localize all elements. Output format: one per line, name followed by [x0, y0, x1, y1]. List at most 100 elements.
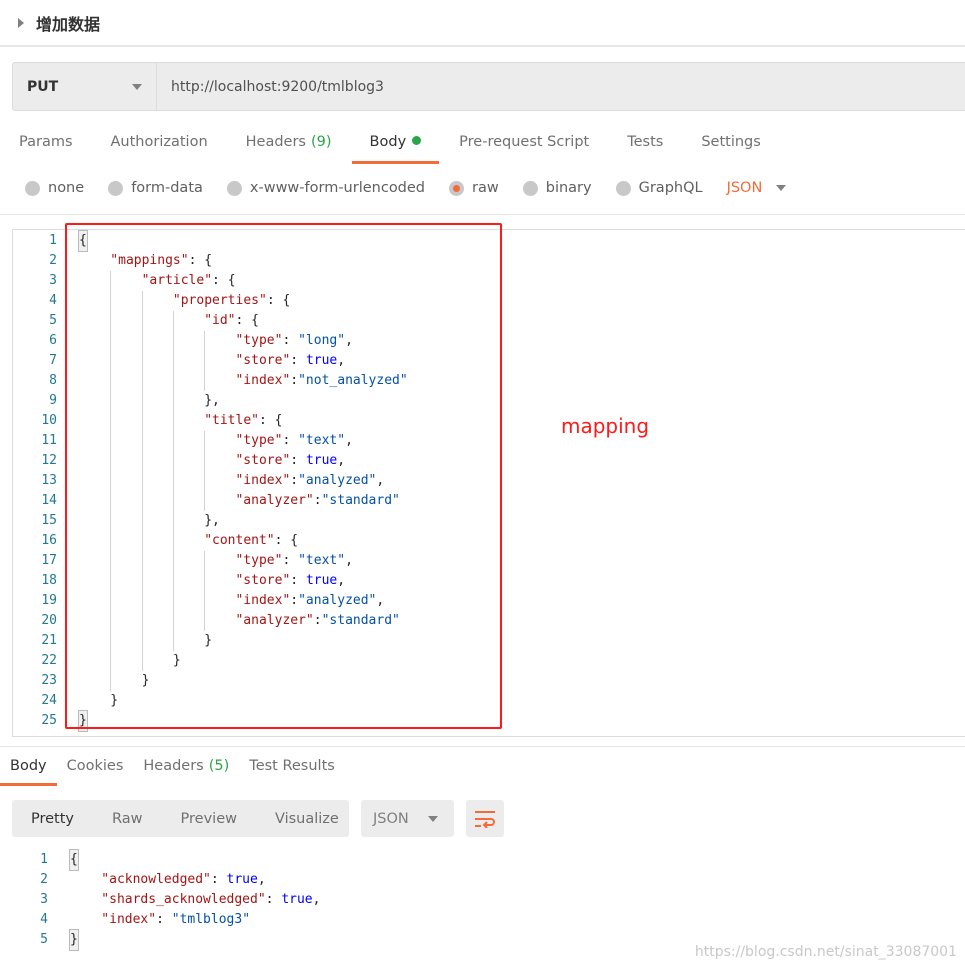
line-number: 7: [49, 353, 57, 368]
status-dot-icon: [412, 136, 422, 145]
radio-button-icon[interactable]: [25, 180, 40, 196]
tab-label: Params: [19, 134, 73, 150]
radio-x-www-form-urlencoded[interactable]: x-www-form-urlencoded: [226, 180, 426, 196]
line-number: 2: [49, 253, 57, 268]
radio-label: binary: [545, 180, 592, 196]
code-token: "acknowledged": [101, 872, 211, 887]
radio-label: none: [48, 180, 85, 196]
line-number: 3: [49, 273, 57, 288]
radio-label: GraphQL: [638, 180, 703, 196]
url-input[interactable]: http://localhost:9200/tmlblog3: [157, 79, 384, 95]
tab-params[interactable]: Params: [19, 134, 73, 164]
line-number: 8: [49, 373, 57, 388]
radio-button-icon[interactable]: [522, 180, 538, 196]
view-raw[interactable]: Raw: [112, 811, 143, 827]
radio-label: form-data: [131, 180, 203, 196]
line-number: 19: [41, 593, 57, 608]
code-line: 1{: [4, 849, 320, 871]
line-number: 11: [41, 433, 57, 448]
url-bar: PUT http://localhost:9200/tmlblog3: [12, 62, 965, 111]
triangle-right-icon[interactable]: [18, 17, 24, 28]
body-type-selector: none form-data x-www-form-urlencoded raw bin…: [25, 180, 787, 196]
radio-form-data[interactable]: form-data: [108, 180, 203, 196]
line-number: 4: [49, 293, 57, 308]
tab-label: Test Results: [249, 758, 335, 774]
view-visualize[interactable]: Visualize: [275, 811, 339, 827]
radio-label: raw: [472, 180, 499, 196]
tab-authorization[interactable]: Authorization: [111, 134, 208, 164]
code-token: true: [226, 872, 258, 887]
line-number: 13: [41, 473, 57, 488]
tab-label: Headers: [143, 758, 204, 774]
line-number: 14: [41, 493, 57, 508]
line-number: 16: [41, 533, 57, 548]
response-tabs: Body Cookies Headers (5) Test Results: [0, 758, 355, 786]
radio-raw[interactable]: raw: [449, 180, 499, 196]
code-token: :: [156, 912, 172, 927]
line-number: 23: [41, 673, 57, 688]
line-number: 2: [40, 872, 48, 887]
line-number: 6: [49, 333, 57, 348]
annotation-box: [65, 223, 502, 729]
radio-button-icon[interactable]: [449, 180, 465, 196]
line-number: 4: [40, 912, 48, 927]
request-title-bar[interactable]: 增加数据: [0, 0, 965, 47]
wrap-lines-button[interactable]: [466, 800, 504, 837]
line-number: 17: [41, 553, 57, 568]
tab-settings[interactable]: Settings: [701, 134, 760, 164]
response-tab-cookies[interactable]: Cookies: [67, 758, 124, 786]
indent-guide: [70, 870, 101, 890]
response-format-dropdown[interactable]: JSON: [361, 800, 454, 837]
line-number: 25: [41, 713, 57, 728]
response-tab-body[interactable]: Body: [0, 758, 57, 786]
code-token: "tmlblog3": [171, 912, 251, 927]
view-pretty[interactable]: Pretty: [31, 811, 74, 827]
view-preview[interactable]: Preview: [181, 811, 237, 827]
watermark: https://blog.csdn.net/sinat_33087001: [694, 944, 957, 960]
line-number: 18: [41, 573, 57, 588]
radio-label: x-www-form-urlencoded: [249, 180, 426, 196]
tab-label: Body: [369, 134, 407, 150]
tab-count: (9): [311, 134, 332, 150]
chevron-down-icon: [132, 83, 142, 90]
tab-label: Cookies: [66, 758, 124, 774]
radio-button-icon[interactable]: [226, 180, 242, 196]
response-tab-headers[interactable]: Headers (5): [143, 758, 229, 786]
code-token: ,: [257, 872, 266, 887]
response-body[interactable]: 1{2 "acknowledged": true, 3 "shards_acknowl…: [4, 849, 320, 951]
tab-label: Body: [10, 758, 47, 774]
code-line: 2 "acknowledged": true,: [4, 870, 320, 890]
line-number: 21: [41, 633, 57, 648]
tab-label: Pre-request Script: [459, 134, 590, 150]
line-number: 24: [41, 693, 57, 708]
tab-headers[interactable]: Headers (9): [246, 134, 332, 164]
code-token: "index": [101, 912, 157, 927]
divider: [0, 214, 965, 215]
radio-graphql[interactable]: GraphQL: [615, 180, 703, 196]
method-value: PUT: [27, 78, 59, 95]
response-format-value: JSON: [373, 810, 409, 827]
radio-none[interactable]: none: [25, 180, 84, 196]
line-number: 10: [41, 413, 57, 428]
tab-body[interactable]: Body: [351, 134, 439, 164]
chevron-down-icon[interactable]: [776, 185, 787, 191]
indent-guide: [70, 890, 101, 910]
radio-button-icon[interactable]: [108, 180, 124, 196]
divider: [0, 746, 965, 747]
line-number: 20: [41, 613, 57, 628]
code-token: :: [210, 872, 227, 887]
code-line: 3 "shards_acknowledged": true,: [4, 890, 320, 910]
response-tab-test-results[interactable]: Test Results: [249, 758, 335, 786]
tab-pre-request-script[interactable]: Pre-request Script: [459, 134, 589, 164]
line-number: 5: [40, 932, 48, 947]
body-format-dropdown[interactable]: JSON: [727, 180, 763, 196]
line-content: {: [48, 849, 79, 871]
code-token: ,: [312, 892, 321, 907]
tab-tests[interactable]: Tests: [627, 134, 663, 164]
radio-binary[interactable]: binary: [522, 180, 592, 196]
line-number: 22: [41, 653, 57, 668]
tab-count: (5): [208, 758, 230, 774]
line-number: 5: [49, 313, 57, 328]
method-select[interactable]: PUT: [13, 63, 157, 110]
radio-button-icon[interactable]: [615, 180, 631, 196]
